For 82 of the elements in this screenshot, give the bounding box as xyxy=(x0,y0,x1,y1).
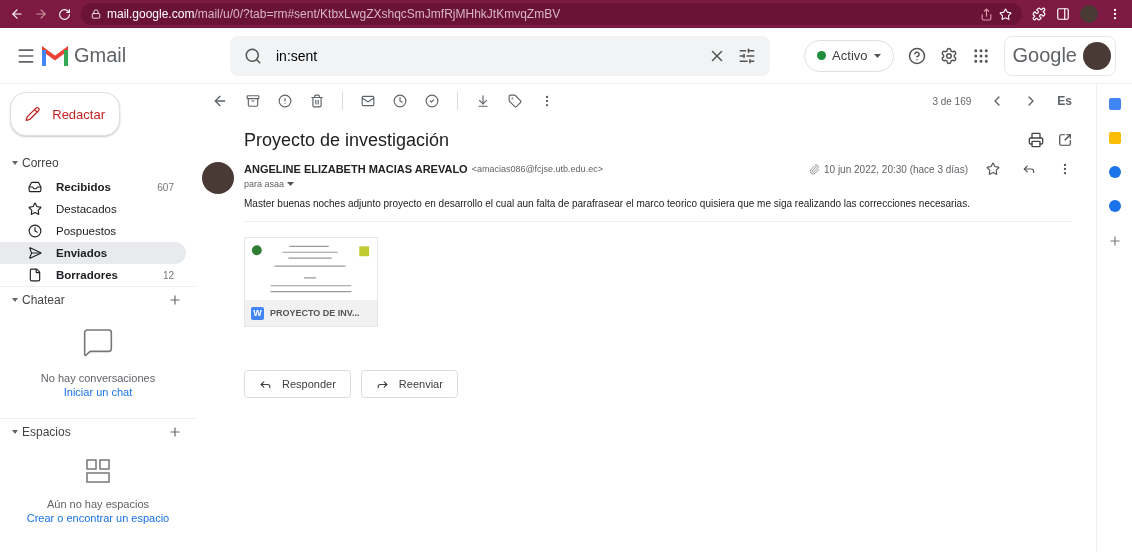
mail-logo-icon xyxy=(42,45,68,66)
nav-label: Borradores xyxy=(56,269,119,281)
archive-icon[interactable] xyxy=(246,94,260,108)
section-title: Espacios xyxy=(22,424,72,439)
chat-bubble-icon xyxy=(82,326,114,358)
draft-icon xyxy=(28,268,42,282)
attachment-name: PROYECTO DE INV... xyxy=(270,308,361,318)
help-icon[interactable] xyxy=(907,46,926,65)
reply-icon[interactable] xyxy=(1022,162,1036,176)
clock-icon[interactable] xyxy=(393,94,407,108)
attachment-card[interactable]: W PROYECTO DE INV... xyxy=(244,237,378,327)
star-icon[interactable] xyxy=(986,162,1000,176)
nav-item[interactable]: Recibidos 607 xyxy=(0,176,186,198)
panel-icon[interactable] xyxy=(1056,7,1070,21)
link[interactable]: Crear o encontrar un espacio xyxy=(26,512,170,524)
star-icon xyxy=(28,202,42,216)
sender-avatar xyxy=(202,162,234,194)
contacts-icon[interactable] xyxy=(1108,200,1121,212)
search-input[interactable]: in:sent xyxy=(274,46,696,65)
reload-icon[interactable] xyxy=(58,7,71,21)
report-icon[interactable] xyxy=(278,94,292,108)
section-title: Chatear xyxy=(22,292,66,307)
nav-item[interactable]: Pospuestos xyxy=(0,220,186,242)
sender-email: <amacias086@fcjse.utb.edu.ec> xyxy=(471,164,604,174)
pencil-icon xyxy=(25,106,41,122)
back-icon[interactable] xyxy=(10,7,24,21)
nav-item[interactable]: Borradores 12 xyxy=(0,264,186,286)
word-file-icon: W xyxy=(251,306,264,320)
caret-icon[interactable] xyxy=(287,182,295,186)
search-field[interactable]: in:sent xyxy=(230,35,770,76)
settings-icon[interactable] xyxy=(939,46,958,65)
email-date: 10 jun 2022, 20:30 (hace 3 días) xyxy=(824,163,968,175)
nav-item[interactable]: Enviados xyxy=(0,242,186,264)
sender-name: ANGELINE ELIZABETH MACIAS AREVALO xyxy=(244,163,468,175)
caret-icon[interactable] xyxy=(12,429,18,434)
forward-icon[interactable] xyxy=(34,7,48,21)
spaces-icon xyxy=(85,458,111,484)
account-button[interactable]: Google xyxy=(1003,35,1116,76)
trash-icon[interactable] xyxy=(310,94,324,108)
puzzle-icon[interactable] xyxy=(1032,7,1046,21)
forward-button[interactable]: Reenviar xyxy=(360,370,458,398)
nav-label: Destacados xyxy=(56,203,118,215)
language-selector[interactable]: Es xyxy=(1057,94,1072,108)
filter-icon[interactable] xyxy=(738,46,756,65)
calendar-icon[interactable] xyxy=(1108,98,1121,110)
caret-icon[interactable] xyxy=(12,297,18,302)
task-icon[interactable] xyxy=(425,94,439,108)
status-button[interactable]: Activo xyxy=(804,39,894,72)
reply-button[interactable]: Responder xyxy=(244,370,351,398)
nav-label: Enviados xyxy=(56,247,109,259)
app-name: Gmail xyxy=(74,44,127,67)
caret-icon[interactable] xyxy=(873,53,881,58)
section-title: Correo xyxy=(22,156,60,170)
recipient-text[interactable]: para asaa xyxy=(244,179,1072,189)
open-window-icon[interactable] xyxy=(1058,133,1072,147)
tasks-icon[interactable] xyxy=(1108,166,1121,178)
empty-message: No hay conversaciones xyxy=(40,372,156,384)
print-icon[interactable] xyxy=(1028,132,1044,148)
message-body: Master buenas noches adjunto proyecto en desarrollo el cual aun falta de parafrasear el marco teorico quisiera que me siga realizando las correcciones necesarias. xyxy=(244,198,1072,222)
lock-icon xyxy=(91,9,101,19)
link[interactable]: Iniciar un chat xyxy=(63,386,133,398)
send-icon xyxy=(28,246,42,260)
attachment-icon xyxy=(809,163,820,175)
nav-item[interactable]: Destacados xyxy=(0,198,186,220)
share-icon[interactable] xyxy=(980,7,993,21)
address-bar[interactable]: mail.google.com/mail/u/0/?tab=rm#sent/KtbxLwgZXshqcSmJmfRjMHhkJtKmvqZmBV xyxy=(81,3,1022,25)
inbox-icon xyxy=(28,180,42,194)
nav-label: Recibidos xyxy=(56,181,112,193)
url-text: mail.google.com/mail/u/0/?tab=rm#sent/KtbxLwgZXshqcSmJmfRjMHhkJtKmvqZmBV xyxy=(107,7,561,21)
compose-button[interactable]: Redactar xyxy=(10,92,120,136)
label-icon[interactable] xyxy=(508,94,522,108)
apps-icon[interactable] xyxy=(971,46,990,65)
back-icon[interactable] xyxy=(212,93,228,109)
empty-message: Aún no hay espacios xyxy=(46,498,150,510)
move-icon[interactable] xyxy=(476,94,490,108)
search-icon[interactable] xyxy=(244,46,262,65)
pager-text: 3 de 169 xyxy=(932,95,972,107)
clock-icon xyxy=(28,224,42,238)
email-subject: Proyecto de investigación xyxy=(244,129,451,151)
caret-icon[interactable] xyxy=(12,161,18,165)
mail-icon[interactable] xyxy=(361,94,375,108)
nav-label: Pospuestos xyxy=(56,225,118,237)
